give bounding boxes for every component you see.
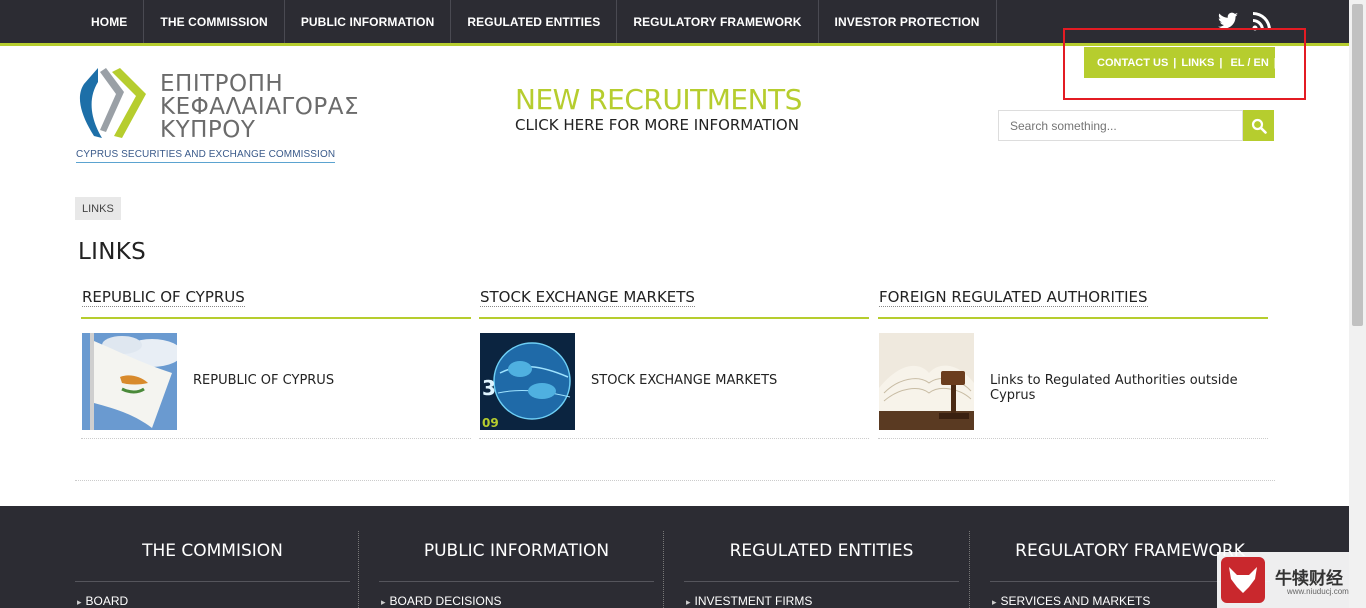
list-item[interactable]: Links to Regulated Authorities outside C… [878, 333, 1268, 439]
footer-column-title[interactable]: REGULATED ENTITIES [684, 541, 959, 561]
bull-logo-icon [1221, 557, 1265, 603]
footer-column-public-information: PUBLIC INFORMATION BOARD DECISIONS [379, 506, 654, 608]
footer-column-title[interactable]: THE COMMISION [75, 541, 350, 561]
highlight-annotation-box [1063, 28, 1306, 100]
nav-home[interactable]: HOME [75, 0, 145, 43]
logo-line-2: ΚΕΦΑΛΑΙΑΓΟΡΑΣ [160, 94, 359, 120]
nav-regulated-entities[interactable]: REGULATED ENTITIES [451, 0, 618, 43]
links-column-stock-exchange: STOCK EXCHANGE MARKETS 3 09 STOCK EXCHAN… [479, 288, 869, 439]
svg-text:3: 3 [482, 376, 496, 400]
page-scrollbar[interactable] [1349, 0, 1366, 608]
search-form [998, 110, 1274, 141]
gavel-book-image[interactable] [879, 333, 974, 430]
content-divider [75, 480, 1275, 481]
footer-separator [663, 531, 664, 608]
nav-regulatory-framework[interactable]: REGULATORY FRAMEWORK [617, 0, 819, 43]
logo-line-1: ΕΠΙΤΡΟΠΗ [160, 71, 284, 97]
nav-public-information[interactable]: PUBLIC INFORMATION [285, 0, 452, 43]
column-heading-text[interactable]: FOREIGN REGULATED AUTHORITIES [879, 288, 1148, 307]
link-text[interactable]: STOCK EXCHANGE MARKETS [591, 373, 777, 388]
recruitment-banner[interactable]: NEW RECRUITMENTS CLICK HERE FOR MORE INF… [515, 84, 802, 135]
footer-link[interactable]: INVESTMENT FIRMS [686, 594, 813, 608]
list-item[interactable]: REPUBLIC OF CYPRUS [81, 333, 471, 439]
footer-link[interactable]: SERVICES AND MARKETS [992, 594, 1151, 608]
footer-column-regulated-entities: REGULATED ENTITIES INVESTMENT FIRMS [684, 506, 959, 608]
footer-column-title[interactable]: PUBLIC INFORMATION [379, 541, 654, 561]
column-heading[interactable]: FOREIGN REGULATED AUTHORITIES [878, 288, 1268, 319]
footer-column-rule [684, 581, 959, 582]
links-column-republic: REPUBLIC OF CYPRUS REPUBLIC OF CYPRUS [81, 288, 471, 439]
logo-mark-icon [79, 68, 146, 138]
search-input[interactable] [998, 110, 1243, 141]
footer-link[interactable]: BOARD [77, 594, 129, 608]
footer-column-rule [75, 581, 350, 582]
watermark-text: 牛犊财经 [1275, 569, 1343, 589]
column-heading[interactable]: STOCK EXCHANGE MARKETS [479, 288, 869, 319]
recruitment-headline: NEW RECRUITMENTS [515, 83, 802, 116]
recruitment-subline: CLICK HERE FOR MORE INFORMATION [515, 116, 799, 134]
search-icon [1251, 118, 1267, 134]
logo-subtitle: CYPRUS SECURITIES AND EXCHANGE COMMISSIO… [76, 149, 336, 163]
svg-text:09: 09 [482, 416, 499, 430]
links-column-foreign-authorities: FOREIGN REGULATED AUTHORITIES Links to R… [878, 288, 1268, 439]
link-text[interactable]: Links to Regulated Authorities outside C… [990, 373, 1268, 403]
nav-investor-protection[interactable]: INVESTOR PROTECTION [819, 0, 997, 43]
watermark: 牛犊财经 www.niuducj.com [1217, 552, 1349, 608]
footer-link[interactable]: BOARD DECISIONS [381, 594, 502, 608]
cyprus-flag-image[interactable] [82, 333, 177, 430]
link-text[interactable]: REPUBLIC OF CYPRUS [193, 373, 334, 388]
watermark-url: www.niuducj.com [1287, 587, 1349, 596]
column-heading[interactable]: REPUBLIC OF CYPRUS [81, 288, 471, 319]
page-title: LINKS [78, 239, 146, 265]
globe-market-image[interactable]: 3 09 [480, 333, 575, 430]
footer-separator [358, 531, 359, 608]
list-item[interactable]: 3 09 STOCK EXCHANGE MARKETS [479, 333, 869, 439]
nav-the-commission[interactable]: THE COMMISSION [144, 0, 285, 43]
column-heading-text[interactable]: REPUBLIC OF CYPRUS [82, 288, 245, 307]
footer-column-rule [379, 581, 654, 582]
footer-separator [969, 531, 970, 608]
breadcrumb[interactable]: LINKS [75, 197, 121, 220]
footer-column-commission: THE COMMISION BOARD [75, 506, 350, 608]
site-footer: THE COMMISION BOARD PUBLIC INFORMATION B… [0, 506, 1349, 608]
scrollbar-thumb[interactable] [1352, 4, 1363, 326]
site-logo[interactable]: ΕΠΙΤΡΟΠΗ ΚΕΦΑΛΑΙΑΓΟΡΑΣ ΚΥΠΡΟΥ CYPRUS SEC… [76, 66, 359, 166]
logo-line-3: ΚΥΠΡΟΥ [160, 117, 256, 143]
column-heading-text[interactable]: STOCK EXCHANGE MARKETS [480, 288, 695, 307]
search-button[interactable] [1243, 110, 1274, 141]
